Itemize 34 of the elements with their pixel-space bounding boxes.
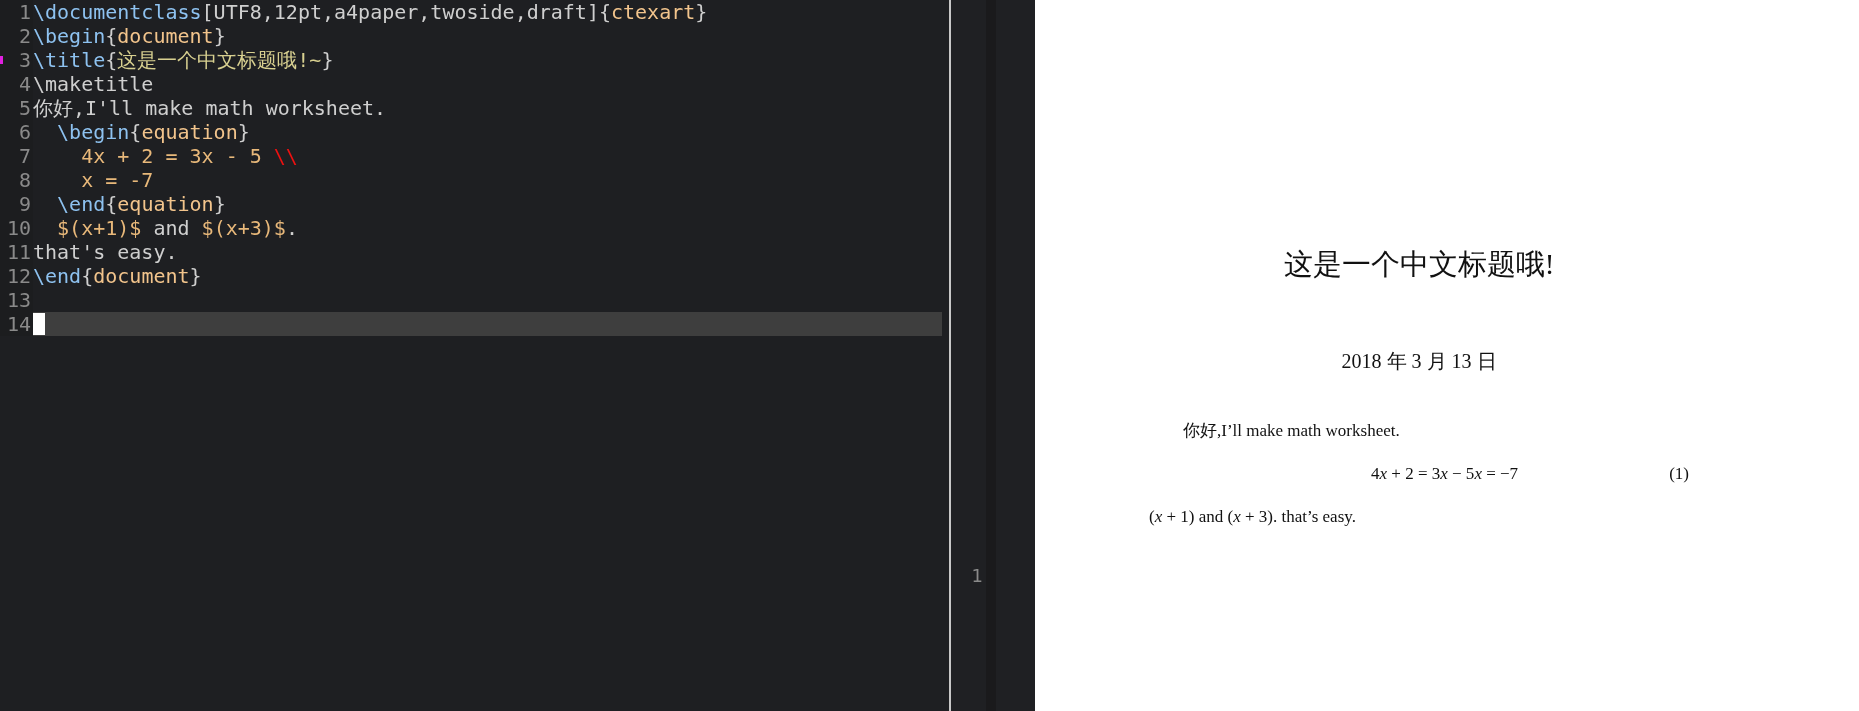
document-date: 2018 年 3 月 13 日 — [1340, 349, 1498, 374]
code-line: \title{这是一个中文标题哦!~} — [33, 48, 334, 72]
line-number: 11 — [6, 240, 32, 264]
text-cursor — [33, 313, 45, 335]
code-line: 4x + 2 = 3x - 5 \\ — [80, 144, 298, 168]
document-title: 这是一个中文标题哦! — [1282, 247, 1556, 282]
line-number: 14 — [6, 312, 32, 336]
code-line: x = -7 — [80, 168, 154, 192]
code-line: \end{document} — [33, 264, 202, 288]
line-number: 13 — [6, 288, 32, 312]
line-number: 1 — [970, 565, 983, 588]
line-number: 5 — [18, 96, 32, 120]
line-number: 4 — [18, 72, 32, 96]
code-line: \end{equation} — [56, 192, 226, 216]
line-number: 1 — [18, 0, 32, 24]
code-line: that's easy. — [33, 240, 178, 264]
line-number: 3 — [18, 48, 32, 72]
code-line: \maketitle — [33, 72, 154, 96]
paragraph: 你好,I’ll make math worksheet. — [1182, 420, 1401, 442]
code-line: \begin{equation} — [56, 120, 250, 144]
code-line: \documentclass[UTF8,12pt,a4paper,twoside,draft]{ctexart} — [33, 0, 708, 24]
paragraph: (x + 1) and (x + 3). that’s easy. — [1149, 506, 1357, 528]
line-number: 7 — [18, 144, 32, 168]
line-number: 8 — [18, 168, 32, 192]
code-line: \begin{document} — [33, 24, 226, 48]
line-number: 10 — [6, 216, 32, 240]
line-number: 9 — [18, 192, 32, 216]
equation: 4x + 2 = 3x − 5x = −7 — [1371, 463, 1519, 485]
line-number: 12 — [6, 264, 32, 288]
equation-number: (1) — [1669, 463, 1689, 485]
code-line: $(x+1)$ and $(x+3)$. — [56, 216, 298, 240]
line-number: 2 — [18, 24, 32, 48]
line-number: 6 — [18, 120, 32, 144]
code-line: 你好,I'll make math worksheet. — [33, 96, 387, 120]
